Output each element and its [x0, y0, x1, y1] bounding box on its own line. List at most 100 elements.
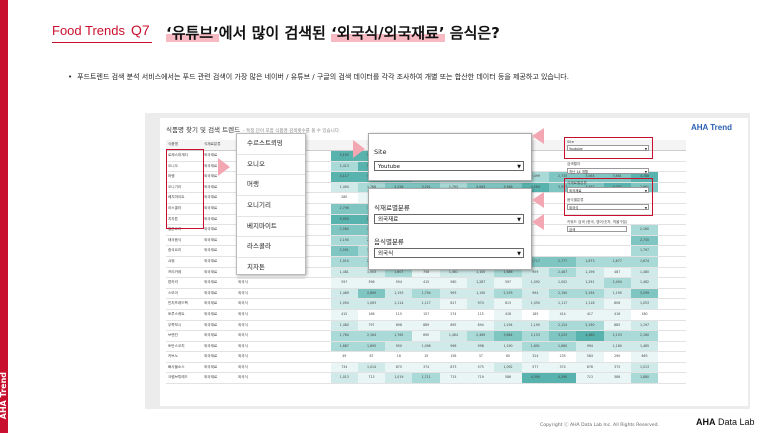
count-cell: 2,796 [330, 203, 358, 214]
count-cell: 1,194 [494, 320, 522, 331]
count-cell: 414 [548, 309, 577, 320]
table-row[interactable]: 빠사물소스 외국재료 외국식 734 1,014 875 374 873 575 1,092 577… [166, 362, 686, 374]
count-cell: 157 [412, 309, 440, 320]
dish-category-value: 외국식 [378, 251, 394, 257]
count-cell: 817 [439, 299, 468, 309]
table-row[interactable]: 토루스케트 외국재료 외국식 415 166 115 157 274 115 416 185 414 4… [166, 309, 686, 321]
count-cell: 875 [385, 362, 413, 373]
count-cell [276, 363, 303, 373]
count-cell [303, 352, 330, 362]
food-name-list-item[interactable]: 수르스트뢰밍 [237, 134, 305, 155]
table-row[interactable]: 카브노 외국재료 외국식 49 87 16 19 158 37 65 324 235 584 290 663 [166, 352, 686, 363]
count-cell: 1,677 [603, 256, 631, 267]
count-cell: 2,153 [521, 331, 549, 341]
dish-category-select[interactable]: 외국식 ▼ [374, 248, 524, 258]
category-cell: 외국재료 [204, 280, 218, 285]
table-row[interactable]: 무쪽보시 외국재료 외국식 1,480 797 898 889 895 894 1,194 1,19… [166, 320, 686, 332]
period-filter-select[interactable]: 지난 14 개월 ▼ [567, 168, 649, 174]
arrow-left-icon [532, 214, 544, 230]
food-name-cell: 토루스케트 [168, 311, 185, 316]
food-name-cell: 민치프레드팩 [168, 301, 188, 306]
copyright: Copyright ⓒ AHA Data Lab Inc. All Rights… [540, 423, 659, 428]
table-row[interactable]: 토탄스코치 외국재료 외국식 1,687 1,695 950 1,096 996 998 1,19… [166, 341, 686, 353]
count-cell [303, 172, 330, 182]
arrow-left-icon [532, 128, 544, 144]
count-cell [303, 373, 330, 383]
count-cell: 1,190 [467, 288, 495, 299]
count-cell [604, 236, 631, 246]
count-cell [303, 268, 330, 278]
keyword-input[interactable]: 검색 [567, 226, 627, 232]
food-name-list-item[interactable]: 치자톤 [237, 258, 305, 279]
count-cell: 734 [330, 362, 358, 373]
count-cell: 1,197 [630, 320, 659, 331]
food-filter-select[interactable]: 외국재료 ▼ [567, 187, 649, 193]
count-cell [303, 246, 330, 256]
count-cell: 1,485 [630, 341, 659, 352]
food-name-cell: 브랜칸 [168, 333, 178, 338]
site-filter-select[interactable]: Youtube ▼ [567, 145, 649, 151]
count-cell: 4,390 [548, 373, 577, 384]
count-cell: 1,013 [630, 362, 659, 373]
count-cell: 2,124 [548, 320, 577, 331]
site-filter: Site Youtube ▼ [567, 140, 659, 151]
food-category-select[interactable]: 외국재료 ▼ [374, 214, 524, 224]
food-name-list-item[interactable]: 머랭 [237, 175, 305, 197]
count-cell: 1,674 [630, 256, 659, 267]
count-cell [276, 321, 303, 331]
table-row[interactable]: 스모어 외국재료 외국식 1,469 2,890 1,193 1,794 993 1,190 2,… [166, 288, 686, 300]
dish-filter-select[interactable]: 외국식 ▼ [567, 204, 649, 210]
table-row[interactable]: 편카라 외국재료 외국식 597 596 594 415 560 1,287 597 1,092 1,… [166, 278, 686, 289]
count-cell: 974 [467, 299, 495, 309]
count-cell: 16 [385, 352, 413, 362]
count-cell [303, 225, 330, 235]
count-cell: 1,196 [576, 267, 604, 278]
count-cell: 375 [603, 362, 631, 373]
dish-type-cell: 외국식 [238, 290, 248, 295]
category-cell: 외국재료 [204, 248, 218, 253]
count-cell: 584 [576, 352, 604, 362]
count-cell: 1,114 [385, 299, 413, 309]
food-name-list-item[interactable]: 오니기리 [237, 196, 305, 217]
sidebar-label: AHA Trend [0, 371, 8, 419]
count-cell: 2,469 [467, 331, 495, 341]
food-name-cell: 토탄스코치 [168, 343, 185, 348]
count-cell: 290 [603, 352, 631, 362]
period-filter: 검색월자 지난 14 개월 ▼ [567, 162, 659, 174]
count-cell: 1,053 [630, 299, 659, 309]
count-cell: 898 [385, 320, 413, 331]
count-cell: 416 [494, 309, 522, 320]
category-cell: 외국재료 [204, 195, 218, 200]
period-filter-value: 지난 14 개월 [569, 170, 588, 174]
food-name-list-item[interactable]: 라스콜라 [237, 237, 305, 259]
count-cell: 416 [603, 309, 631, 320]
count-cell: 996 [439, 341, 468, 352]
count-cell: 166 [357, 309, 386, 320]
site-filter-value: Youtube [569, 147, 583, 151]
count-cell: 878 [576, 362, 604, 373]
chevron-down-icon: ▼ [644, 189, 647, 193]
count-cell: 1,013 [330, 373, 358, 384]
site-panel: Site Youtube ▼ [368, 133, 532, 181]
count-cell: 1,464 [439, 331, 468, 341]
count-cell: 5,050 [330, 214, 358, 225]
site-select[interactable]: Youtube ▼ [374, 161, 524, 171]
count-cell: 1,190 [494, 341, 522, 352]
table-row[interactable]: 브랜칸 외국재료 외국식 1,764 2,164 1,765 690 1,464 2,469 3,… [166, 331, 686, 342]
column-header[interactable] [303, 140, 330, 150]
food-name-cell: 카브노 [168, 354, 178, 359]
food-name-cell: 태국음식 [168, 237, 182, 242]
table-row[interactable]: 민치프레드팩 외국재료 외국식 1,094 1,063 1,114 1,117 817 974 6… [166, 299, 686, 310]
column-header[interactable]: 식재료분류 [202, 140, 236, 150]
count-cell: 1,193 [385, 288, 413, 299]
count-cell: 1,680 [548, 341, 577, 352]
food-name-cell: 편카라 [168, 280, 178, 285]
food-name-list-item[interactable]: 베지마이트 [237, 217, 305, 238]
category-cell: 외국재료 [204, 333, 218, 338]
food-name-list-item[interactable]: 오니오 [237, 155, 305, 176]
count-cell: 560 [439, 278, 468, 288]
table-row[interactable]: 크렘브뤼레드 외국재료 외국식 1,013 713 1,019 1,711 715 719 586… [166, 373, 686, 385]
count-cell: 577 [521, 362, 549, 373]
chevron-down-icon: ▼ [644, 147, 647, 151]
dish-filter: 음식별분류 외국식 ▼ [567, 198, 659, 210]
